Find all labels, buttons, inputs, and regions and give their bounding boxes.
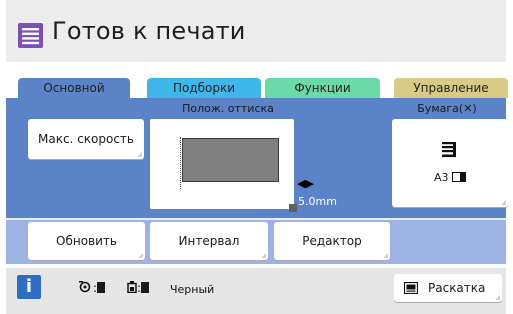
collate-icon xyxy=(404,282,418,294)
ink-bottle-icon xyxy=(127,281,137,294)
print-position-preview[interactable] xyxy=(150,119,297,212)
ink-color-label: Черный xyxy=(170,283,215,296)
preview-resize-corner xyxy=(289,204,297,212)
button-corner xyxy=(495,295,500,300)
collate-label: Раскатка xyxy=(428,281,486,295)
max-speed-button[interactable]: Макс. скорость xyxy=(28,119,144,159)
paper-label: Бумага(✕) xyxy=(417,102,477,115)
update-button[interactable]: Обновить xyxy=(28,222,145,260)
document-list-icon xyxy=(18,23,43,48)
tab-basic[interactable]: Основной xyxy=(18,78,130,98)
button-corner xyxy=(501,200,506,205)
paper-button[interactable]: A3 xyxy=(392,119,508,207)
landscape-paper-icon xyxy=(452,172,467,182)
print-ready-screen: Готов к печати Основной Подборки Функции… xyxy=(6,0,508,314)
drum-color-indicator xyxy=(97,282,106,293)
horizontal-arrows-icon: ◀▶ xyxy=(297,177,314,190)
tab-management[interactable]: Управление xyxy=(394,78,508,98)
info-button[interactable]: i xyxy=(17,275,41,299)
max-speed-label: Макс. скорость xyxy=(38,132,134,146)
ink-status: : xyxy=(127,281,150,295)
collate-button[interactable]: Раскатка xyxy=(394,274,502,302)
tab-sets[interactable]: Подборки xyxy=(147,78,261,98)
preview-print-area xyxy=(182,138,279,182)
button-corner xyxy=(261,253,266,258)
drum-icon xyxy=(79,281,91,293)
update-label: Обновить xyxy=(56,234,117,248)
button-corner xyxy=(137,152,142,157)
editor-button[interactable]: Редактор xyxy=(274,222,390,260)
position-value: 5.0mm xyxy=(298,195,337,208)
button-corner xyxy=(138,253,143,258)
editor-label: Редактор xyxy=(302,234,362,248)
paper-size-label: A3 xyxy=(392,171,508,184)
button-corner xyxy=(383,253,388,258)
interval-label: Интервал xyxy=(178,234,240,248)
interval-button[interactable]: Интервал xyxy=(150,222,268,260)
tab-functions[interactable]: Функции xyxy=(265,78,380,98)
drum-status: : xyxy=(79,281,106,295)
print-position-label: Полож. оттиска xyxy=(182,102,274,115)
ink-color-indicator xyxy=(141,282,150,293)
paper-tray-icon xyxy=(442,142,456,158)
info-icon: i xyxy=(25,276,33,297)
page-title: Готов к печати xyxy=(52,17,246,45)
header: Готов к печати xyxy=(6,0,506,62)
